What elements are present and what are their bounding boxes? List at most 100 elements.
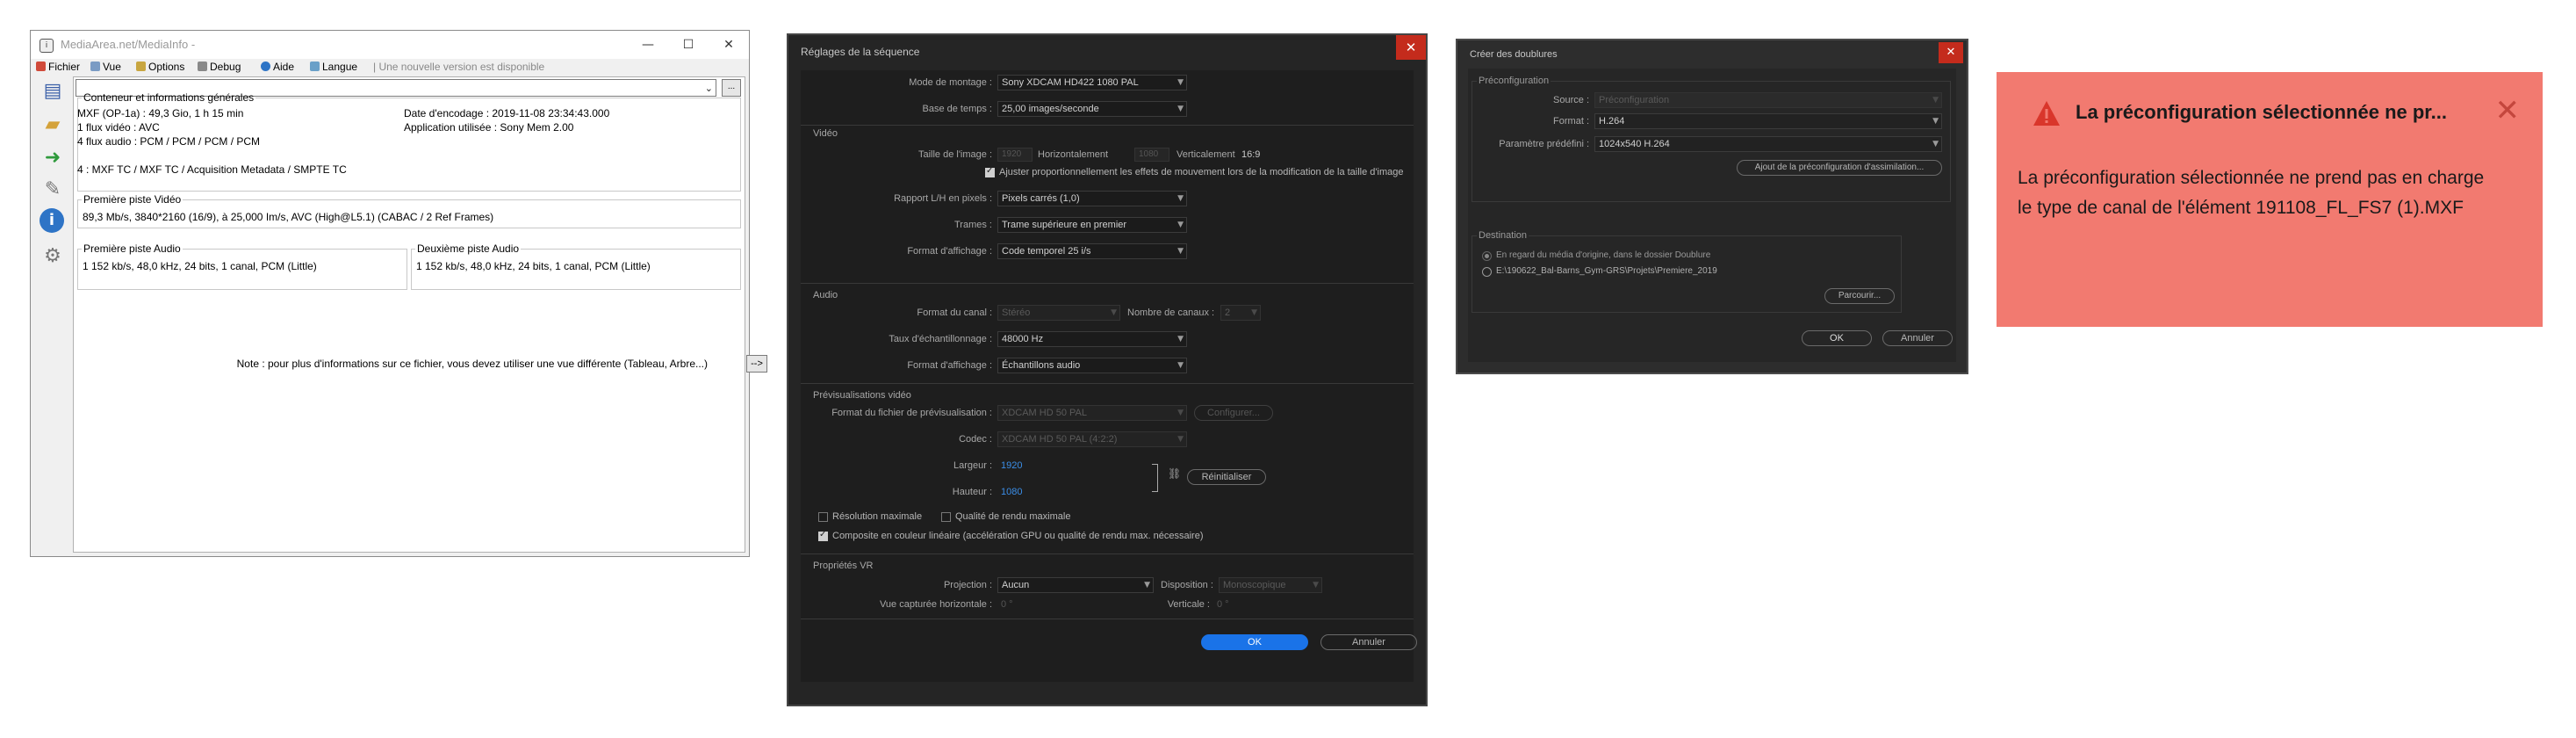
audio2-info: 1 152 kb/s, 48,0 kHz, 24 bits, 1 canal, … xyxy=(416,260,651,272)
chevron-down-icon: ▼ xyxy=(1111,308,1117,317)
mediainfo-titlebar[interactable]: i MediaArea.net/MediaInfo - — ☐ ✕ xyxy=(31,31,749,59)
about-icon[interactable]: i xyxy=(40,208,64,233)
close-button[interactable]: ✕ xyxy=(709,31,749,59)
close-icon[interactable]: ✕ xyxy=(2495,93,2521,128)
menu-language[interactable]: Langue xyxy=(310,61,357,73)
dest-option-2-label: E:\190622_Bal-Barns_Gym-GRS\Projets\Prem… xyxy=(1496,266,1717,276)
chevron-down-icon: ▼ xyxy=(1144,581,1150,590)
layout-select[interactable]: Monoscopique ▼ xyxy=(1219,577,1322,593)
fields-select[interactable]: Trame supérieure en premier ▼ xyxy=(997,217,1187,233)
v-fov-value[interactable]: 0 ° xyxy=(1217,599,1229,610)
v-fov-label: Verticale : xyxy=(1167,599,1210,610)
configure-button[interactable]: Configurer... xyxy=(1194,405,1273,421)
general-line-1: MXF (OP-1a) : 49,3 Gio, 1 h 15 min xyxy=(77,107,244,119)
file-icon xyxy=(36,62,46,71)
update-notice[interactable]: | Une nouvelle version est disponible xyxy=(373,61,544,73)
close-icon[interactable]: ✕ xyxy=(1396,35,1426,60)
pixel-aspect-select[interactable]: Pixels carrés (1,0) ▼ xyxy=(997,191,1187,206)
mediainfo-app-icon: i xyxy=(40,39,54,53)
chevron-down-icon: ▼ xyxy=(1313,581,1319,590)
pixel-aspect-label: Rapport L/H en pixels : xyxy=(894,193,992,204)
layout-label: Disposition : xyxy=(1161,580,1213,590)
minimize-button[interactable]: — xyxy=(628,31,668,59)
max-quality-checkbox[interactable] xyxy=(941,512,951,522)
general-line-3: 4 flux audio : PCM / PCM / PCM / PCM xyxy=(77,135,261,148)
sample-rate-select[interactable]: 48000 Hz ▼ xyxy=(997,331,1187,347)
link-icon[interactable]: ⛓ xyxy=(1168,467,1181,480)
maximize-button[interactable]: ☐ xyxy=(668,31,709,59)
dest-next-to-original-radio[interactable] xyxy=(1482,251,1492,261)
note-text: Note : pour plus d'informations sur ce f… xyxy=(236,358,708,370)
chevron-down-icon: ▼ xyxy=(1177,435,1184,444)
projection-select[interactable]: Aucun ▼ xyxy=(997,577,1154,593)
help-icon xyxy=(261,62,270,71)
source-select[interactable]: Préconfiguration ▼ xyxy=(1594,92,1942,108)
frame-height-input[interactable]: 1080 xyxy=(1134,148,1169,162)
timebase-select[interactable]: 25,00 images/seconde ▼ xyxy=(997,101,1187,117)
menu-debug[interactable]: Debug xyxy=(198,61,241,73)
cancel-button[interactable]: Annuler xyxy=(1882,330,1953,346)
audio-section-title: Audio xyxy=(813,290,838,300)
max-quality-label: Qualité de rendu maximale xyxy=(955,511,1071,522)
format-select[interactable]: H.264 ▼ xyxy=(1594,113,1942,129)
h-fov-label: Vue capturée horizontale : xyxy=(879,599,992,610)
window-title: MediaArea.net/MediaInfo - xyxy=(61,38,196,51)
open-file-icon[interactable]: ▤ xyxy=(40,78,66,105)
channel-format-label: Format du canal : xyxy=(917,308,992,318)
preview-format-select[interactable]: XDCAM HD 50 PAL ▼ xyxy=(997,405,1187,421)
browse-button[interactable]: Parcourir... xyxy=(1824,288,1895,304)
menu-view[interactable]: Vue xyxy=(90,61,121,73)
close-icon[interactable]: ✕ xyxy=(1939,42,1963,63)
open-folder-icon[interactable]: ▰ xyxy=(40,112,66,138)
preferences-icon[interactable]: ✎ xyxy=(40,177,66,203)
add-ingest-preset-button[interactable]: Ajout de la préconfiguration d'assimilat… xyxy=(1737,160,1942,176)
dialog-title: Réglages de la séquence xyxy=(801,46,920,58)
preset-group-title: Préconfiguration xyxy=(1477,76,1551,86)
width-label: Largeur : xyxy=(953,460,992,471)
max-resolution-checkbox[interactable] xyxy=(818,512,828,522)
chevron-down-icon: ▼ xyxy=(1177,221,1184,229)
settings-icon[interactable]: ⚙ xyxy=(40,243,66,270)
h-fov-value[interactable]: 0 ° xyxy=(1001,599,1013,610)
ok-button[interactable]: OK xyxy=(1201,634,1308,650)
divider xyxy=(801,125,1414,126)
ok-button[interactable]: OK xyxy=(1802,330,1872,346)
warning-icon xyxy=(2033,101,2060,126)
dialog-title: Créer des doublures xyxy=(1470,49,1558,60)
menu-file[interactable]: Fichier xyxy=(36,61,80,73)
audio-display-select[interactable]: Échantillons audio ▼ xyxy=(997,358,1187,373)
chevron-down-icon: ▼ xyxy=(1177,105,1184,113)
display-format-select[interactable]: Code temporel 25 i/s ▼ xyxy=(997,243,1187,259)
audio-display-label: Format d'affichage : xyxy=(907,360,992,371)
chevron-down-icon: ▼ xyxy=(1177,361,1184,370)
preview-width[interactable]: 1920 xyxy=(1001,460,1022,471)
general-line-2: 1 flux vidéo : AVC xyxy=(77,121,160,134)
preview-height[interactable]: 1080 xyxy=(1001,487,1022,497)
codec-select[interactable]: XDCAM HD 50 PAL (4:2:2) ▼ xyxy=(997,431,1187,447)
frame-width-input[interactable]: 1920 xyxy=(997,148,1033,162)
chevron-down-icon: ▼ xyxy=(1932,96,1939,105)
settings-panel: Mode de montage : Sony XDCAM HD422 1080 … xyxy=(801,70,1417,682)
menu-options[interactable]: Options xyxy=(136,61,184,73)
vr-section-title: Propriétés VR xyxy=(813,561,874,571)
channel-format-select[interactable]: Stéréo ▼ xyxy=(997,305,1120,321)
editing-mode-select[interactable]: Sony XDCAM HD422 1080 PAL ▼ xyxy=(997,75,1187,90)
cancel-button[interactable]: Annuler xyxy=(1320,634,1417,650)
scale-motion-checkbox[interactable] xyxy=(985,166,995,177)
export-icon[interactable]: ➜ xyxy=(40,145,66,171)
linear-color-checkbox[interactable] xyxy=(818,530,828,541)
preset-select[interactable]: 1024x540 H.264 ▼ xyxy=(1594,136,1942,152)
mediainfo-window: i MediaArea.net/MediaInfo - — ☐ ✕ Fichie… xyxy=(30,30,767,557)
debug-icon xyxy=(198,62,207,71)
preview-format-label: Format du fichier de prévisualisation : xyxy=(831,408,992,418)
fields-label: Trames : xyxy=(954,220,992,230)
reset-button[interactable]: Réinitialiser xyxy=(1187,469,1266,485)
audio2-legend: Deuxième piste Audio xyxy=(417,242,520,255)
menu-help[interactable]: Aide xyxy=(261,61,294,73)
dest-custom-path-radio[interactable] xyxy=(1482,267,1492,277)
projection-label: Projection : xyxy=(943,580,992,590)
change-view-button[interactable]: --> xyxy=(746,355,767,373)
channel-count-select[interactable]: 2 ▼ xyxy=(1220,305,1261,321)
linear-color-label: Composite en couleur linéaire (accélérat… xyxy=(832,531,1204,541)
channel-count-label: Nombre de canaux : xyxy=(1127,308,1215,318)
